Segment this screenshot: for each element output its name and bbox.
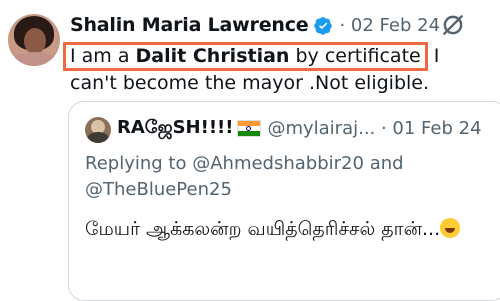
text-bold: Dalit Christian xyxy=(135,45,290,67)
quote-handle-date[interactable]: @mylairaj... · 01 Feb 24 xyxy=(267,118,481,139)
mention-link[interactable]: @Ahmedshabbir20 xyxy=(192,153,364,174)
quote-header: RAஜேSH!!!! @mylairaj... · 01 Feb 24 xyxy=(117,117,482,140)
grok-icon[interactable] xyxy=(440,12,466,38)
author-name[interactable]: Shalin Maria Lawrence xyxy=(70,14,309,36)
verified-badge-icon xyxy=(314,16,333,35)
quote-author-avatar[interactable] xyxy=(85,117,111,143)
tweet-text: I am a Dalit Christian by certificate I … xyxy=(63,42,490,96)
replying-and: and xyxy=(369,153,404,174)
tweet-header: Shalin Maria Lawrence · 02 Feb 24 xyxy=(70,12,440,38)
replying-to: Replying to @Ahmedshabbir20 and @TheBlue… xyxy=(85,151,485,203)
text-post: by certificate xyxy=(289,45,421,67)
quote-author-name[interactable]: RAஜேSH!!!! xyxy=(117,117,233,140)
text-pre: I am a xyxy=(70,45,136,67)
quote-text: மேயர் ஆக்கலன்ற வயித்தெரிச்சல் தான்... xyxy=(85,213,485,245)
quote-body: மேயர் ஆக்கலன்ற வயித்தெரிச்சல் தான்... xyxy=(85,218,441,240)
replying-prefix: Replying to xyxy=(85,153,187,174)
india-flag-icon xyxy=(237,120,262,137)
mention-link[interactable]: @TheBluePen25 xyxy=(85,179,232,200)
quoted-tweet[interactable]: RAஜேSH!!!! @mylairaj... · 01 Feb 24 Repl… xyxy=(68,101,500,301)
tweet-date[interactable]: · 02 Feb 24 xyxy=(339,15,440,36)
highlighted-phrase: I am a Dalit Christian by certificate xyxy=(63,42,428,71)
author-avatar[interactable] xyxy=(8,14,60,66)
laughing-emoji-icon xyxy=(440,218,461,238)
